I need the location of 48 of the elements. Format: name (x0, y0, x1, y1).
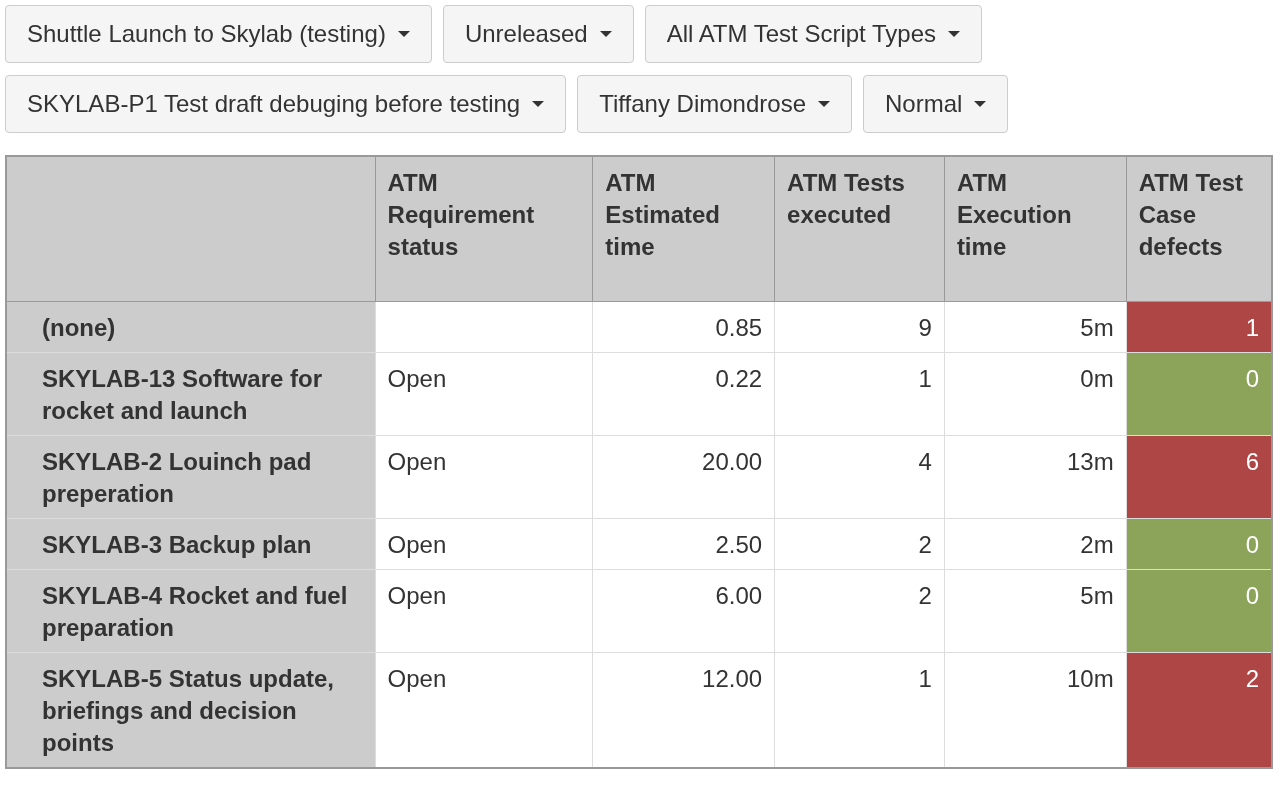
table-cell: 5m (944, 301, 1127, 352)
table-cell: 0.22 (592, 352, 775, 435)
table-cell: 2m (944, 518, 1127, 569)
defects-cell: 0 (1126, 569, 1272, 652)
table-cell: 0.85 (592, 301, 775, 352)
defects-cell: 0 (1126, 518, 1272, 569)
defects-cell: 0 (1126, 352, 1272, 435)
row-header: SKYLAB-4 Rocket and fuel preparation (6, 569, 376, 652)
table-cell: 13m (944, 435, 1127, 518)
table-cell: 2 (774, 569, 945, 652)
row-header: SKYLAB-3 Backup plan (6, 518, 376, 569)
caret-icon (397, 30, 410, 38)
table-cell: Open (375, 518, 593, 569)
row-header: SKYLAB-13 Software for rocket and launch (6, 352, 376, 435)
table-cell: 2.50 (592, 518, 775, 569)
filter-dropdown[interactable]: SKYLAB-P1 Test draft debuging before testing (5, 75, 567, 133)
table-cell: Open (375, 352, 593, 435)
caret-icon (532, 100, 545, 108)
filter-dropdown[interactable]: Tiffany Dimondrose (577, 75, 852, 133)
filter-dropdown[interactable]: Normal (863, 75, 1009, 133)
table-cell: 5m (944, 569, 1127, 652)
row-header: SKYLAB-2 Louinch pad preperation (6, 435, 376, 518)
table-cell: 6.00 (592, 569, 775, 652)
defects-cell: 1 (1126, 301, 1272, 352)
defects-cell: 2 (1126, 652, 1272, 768)
column-header: ATM Tests executed (774, 156, 945, 301)
table-cell: Open (375, 569, 593, 652)
table-cell: 4 (774, 435, 945, 518)
row-header: (none) (6, 301, 376, 352)
column-header: ATM Estimated time (592, 156, 775, 301)
caret-icon (948, 30, 961, 38)
table-cell: 1 (774, 352, 945, 435)
table-cell: 0m (944, 352, 1127, 435)
caret-icon (818, 100, 830, 108)
row-header: SKYLAB-5 Status update, briefings and decision points (6, 652, 376, 768)
filter-dropdown[interactable]: Shuttle Launch to Skylab (testing) (5, 5, 432, 63)
column-header: ATM Execution time (944, 156, 1127, 301)
caret-icon (974, 100, 987, 108)
table-cell: 9 (774, 301, 945, 352)
filter-dropdown[interactable]: Unreleased (442, 5, 634, 63)
table-cell: 20.00 (592, 435, 775, 518)
defects-cell: 6 (1126, 435, 1272, 518)
filter-dropdown[interactable]: All ATM Test Script Types (644, 5, 983, 63)
caret-icon (599, 30, 612, 38)
table-cell: 2 (774, 518, 945, 569)
table-cell: Open (375, 435, 593, 518)
column-header: ATM Requirement status (375, 156, 593, 301)
column-header: ATM Test Case defects (1126, 156, 1272, 301)
